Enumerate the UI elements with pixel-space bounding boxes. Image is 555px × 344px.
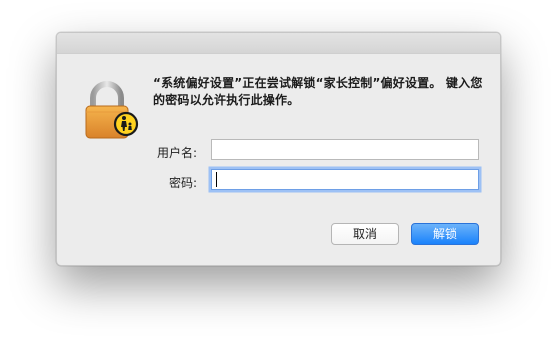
password-field[interactable] xyxy=(211,169,479,190)
password-label: 密码: xyxy=(168,176,197,190)
username-field[interactable] xyxy=(211,139,479,160)
dialog-message: “系统偏好设置”正在尝试解锁“家长控制”偏好设置。 键入您的密码以允许执行此操作… xyxy=(153,76,483,107)
parental-controls-badge-icon xyxy=(113,111,139,137)
username-label: 用户名: xyxy=(156,146,197,160)
lock-icon xyxy=(83,80,143,142)
screen: “系统偏好设置”正在尝试解锁“家长控制”偏好设置。 键入您的密码以允许执行此操作… xyxy=(0,0,555,344)
unlock-dialog: “系统偏好设置”正在尝试解锁“家长控制”偏好设置。 键入您的密码以允许执行此操作… xyxy=(56,32,501,266)
text-caret xyxy=(216,172,217,187)
unlock-button[interactable]: 解锁 xyxy=(411,223,479,245)
cancel-button[interactable]: 取消 xyxy=(331,223,399,245)
dialog-titlebar xyxy=(57,33,500,54)
